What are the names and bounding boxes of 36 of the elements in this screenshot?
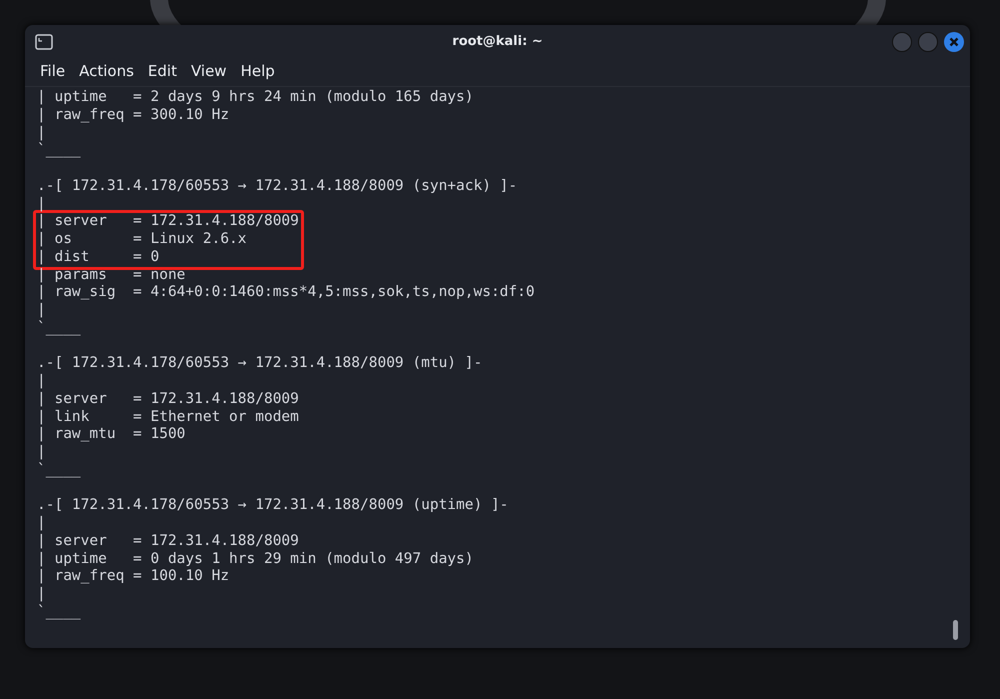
terminal-line: | [37,586,46,604]
terminal-line: `____ [37,462,81,480]
terminal-line: | server = 172.31.4.188/8009 [37,213,299,231]
terminal-line: .-[ 172.31.4.178/60553 → 172.31.4.188/8009 (syn+ack) ]- [37,178,518,196]
terminal-line: | [37,302,46,320]
terminal-line: `____ [37,142,81,160]
terminal-line: | [37,373,46,391]
terminal-line: .-[ 172.31.4.178/60553 → 172.31.4.188/8009 (uptime) ]- [37,497,508,515]
menu-item[interactable]: View [190,62,227,80]
terminal-line: `____ [37,320,81,338]
terminal-line: | link = Ethernet or modem [37,408,299,426]
terminal-line: .-[ 172.31.4.178/60553 → 172.31.4.188/8009 (mtu) ]- [37,355,482,373]
terminal-line: | dist = 0 [37,248,160,266]
terminal-line: | params = none [37,266,186,284]
menu-item[interactable]: Edit [148,62,177,80]
terminal-line: | server = 172.31.4.188/8009 [37,532,299,550]
close-button[interactable] [944,32,964,52]
menu-item[interactable]: Actions [79,62,134,80]
terminal-line: | raw_freq = 100.10 Hz [37,568,230,586]
scrollbar-thumb[interactable] [953,620,958,640]
menu-item[interactable]: Help [240,62,275,80]
terminal-line: | [37,124,46,142]
terminal-line: | [37,444,46,462]
terminal-line: | [37,515,46,533]
terminal-line: | os = Linux 2.6.x [37,231,247,249]
terminal-icon [35,34,53,50]
terminal-line: | uptime = 2 days 9 hrs 24 min (modulo 165 days) [37,89,474,107]
terminal-line: `____ [37,604,81,622]
terminal-line: | raw_freq = 300.10 Hz [37,106,230,124]
terminal-line: | raw_sig = 4:64+0:0:1460:mss*4,5:mss,sok,ts,nop,ws:df:0 [37,284,535,302]
window-title: root@kali: ~ [452,34,543,49]
terminal-line: | uptime = 0 days 1 hrs 29 min (modulo 497 days) [37,550,474,568]
terminal-line: | raw_mtu = 1500 [37,426,186,444]
menu-item[interactable]: File [40,62,66,80]
terminal-line: | [37,196,46,214]
terminal-line: | server = 172.31.4.188/8009 [37,390,299,408]
